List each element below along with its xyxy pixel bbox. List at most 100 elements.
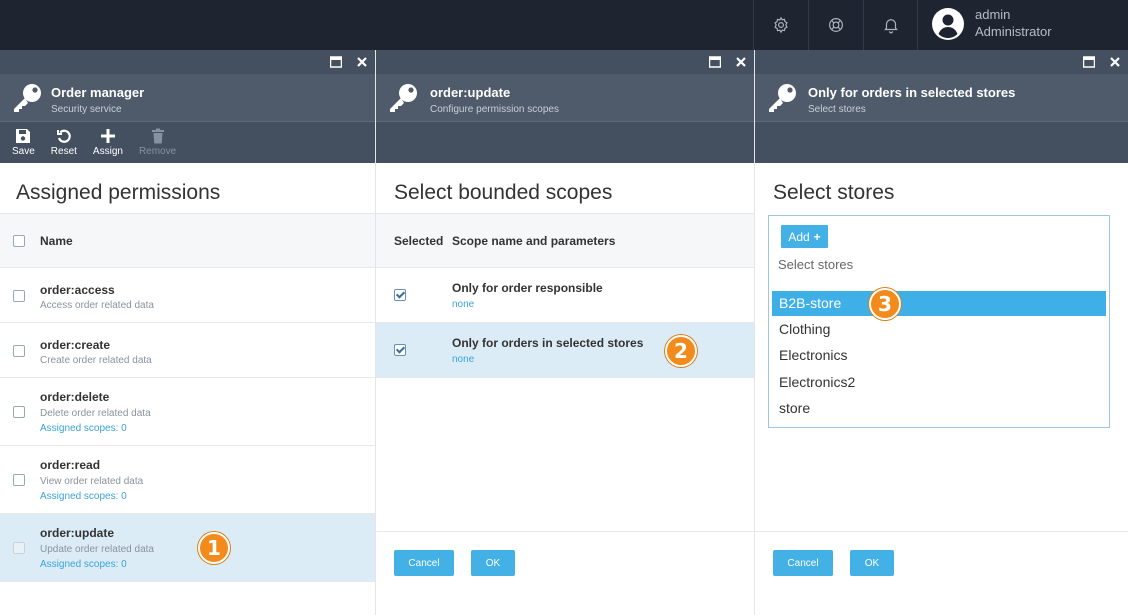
row-checkbox[interactable] [13, 345, 25, 357]
store-option[interactable]: Electronics2 [772, 370, 1106, 395]
scope-param-link[interactable]: none [452, 299, 474, 310]
table-row-selected[interactable]: order:update Update order related data A… [0, 514, 375, 582]
top-bar: admin Administrator [0, 0, 1128, 50]
step-badge-3: 3 [869, 288, 901, 320]
maximize-button[interactable] [323, 50, 349, 74]
step-badge-2: 2 [665, 335, 697, 367]
store-search-placeholder[interactable]: Select stores [778, 257, 853, 272]
scope-param-link[interactable]: none [452, 354, 474, 365]
scope-name: Only for orders in selected stores [452, 336, 644, 350]
key-icon [769, 84, 796, 112]
permission-name: order:access [40, 283, 115, 297]
permission-name: order:delete [40, 390, 110, 404]
user-menu[interactable]: admin Administrator [917, 0, 1128, 50]
help-button[interactable] [808, 0, 862, 50]
scope-row-selected[interactable]: Only for orders in selected stores none … [376, 323, 754, 378]
column-header-selected: Selected [394, 234, 444, 248]
add-label: Add [788, 229, 810, 244]
step-badge-1: 1 [198, 532, 230, 564]
blade-footer: Cancel OK [376, 531, 754, 615]
table-row[interactable]: order:delete Delete order related data A… [0, 378, 375, 446]
key-icon [390, 84, 417, 112]
store-option[interactable]: store [772, 396, 1106, 421]
maximize-icon [330, 56, 342, 68]
save-button[interactable]: Save [0, 122, 43, 163]
bell-icon [883, 19, 898, 34]
column-header-scope: Scope name and parameters [452, 234, 616, 248]
table-row[interactable]: order:access Access order related data [0, 268, 375, 323]
user-name: admin [975, 7, 1011, 22]
close-button[interactable] [728, 50, 754, 74]
scope-checkbox[interactable] [394, 289, 406, 301]
permission-name: order:create [40, 338, 111, 352]
blade-toolbar: Save Reset Assign Remove [0, 122, 184, 163]
assigned-scopes-link[interactable]: Assigned scopes: 0 [40, 559, 127, 570]
permission-name: order:update [40, 526, 115, 540]
row-checkbox[interactable] [13, 542, 25, 554]
maximize-icon [709, 56, 721, 68]
add-store-button[interactable]: Add + [781, 225, 828, 248]
permission-description: Create order related data [40, 355, 152, 366]
ok-button[interactable]: OK [850, 550, 894, 576]
user-role: Administrator [975, 24, 1052, 39]
close-button[interactable] [349, 50, 375, 74]
page-title: Assigned permissions [16, 181, 221, 204]
blade-title: Order manager [51, 85, 145, 100]
lifebuoy-icon [828, 18, 843, 32]
row-checkbox[interactable] [13, 474, 25, 486]
reset-label: Reset [50, 146, 77, 157]
assigned-scopes-link[interactable]: Assigned scopes: 0 [40, 491, 127, 502]
maximize-button[interactable] [702, 50, 728, 74]
table-header: Selected Scope name and parameters [376, 213, 754, 268]
maximize-icon [1083, 56, 1095, 68]
store-option[interactable]: Electronics [772, 343, 1106, 368]
undo-icon [56, 129, 71, 143]
assign-button[interactable]: Assign [85, 122, 131, 163]
blade-title: Only for orders in selected stores [808, 85, 1016, 100]
store-option[interactable]: Clothing [772, 317, 1106, 342]
scope-name: Only for order responsible [452, 281, 603, 295]
scope-checkbox[interactable] [394, 344, 406, 356]
permission-description: View order related data [40, 476, 144, 487]
cancel-button[interactable]: Cancel [394, 550, 454, 576]
blade-title: order:update [430, 85, 511, 100]
assigned-scopes-link[interactable]: Assigned scopes: 0 [40, 423, 127, 434]
row-checkbox[interactable] [13, 406, 25, 418]
ok-button[interactable]: OK [471, 550, 515, 576]
close-button[interactable] [1102, 50, 1128, 74]
column-header-name: Name [40, 234, 73, 248]
maximize-button[interactable] [1076, 50, 1102, 74]
reset-button[interactable]: Reset [43, 122, 85, 163]
blade-header: Order manager Security service Save Rese… [0, 50, 375, 163]
save-label: Save [12, 146, 35, 157]
blade-subtitle: Configure permission scopes [430, 104, 559, 115]
store-select-box[interactable]: Add + Select stores B2B-store Clothing E… [768, 215, 1110, 428]
table-header: Name [0, 213, 375, 268]
notifications-button[interactable] [863, 0, 917, 50]
permission-name: order:read [40, 458, 101, 472]
table-row[interactable]: order:read View order related data Assig… [0, 446, 375, 514]
blade-header: Only for orders in selected stores Selec… [755, 50, 1128, 163]
close-icon [357, 57, 367, 67]
blade-footer: Cancel OK [755, 531, 1128, 615]
remove-label: Remove [138, 146, 177, 157]
blade-header: order:update Configure permission scopes [376, 50, 754, 163]
store-option-selected[interactable]: B2B-store [772, 291, 1106, 316]
trash-icon [151, 128, 164, 144]
assign-label: Assign [92, 146, 123, 157]
page-title: Select bounded scopes [394, 181, 613, 204]
save-icon [16, 129, 31, 143]
table-row[interactable]: order:create Create order related data [0, 323, 375, 378]
cancel-button[interactable]: Cancel [773, 550, 833, 576]
plus-icon [100, 129, 115, 143]
gear-icon [773, 16, 788, 34]
page-title: Select stores [773, 181, 895, 204]
permission-description: Delete order related data [40, 408, 151, 419]
scope-row[interactable]: Only for order responsible none [376, 268, 754, 323]
remove-button[interactable]: Remove [131, 122, 184, 163]
settings-button[interactable] [753, 0, 807, 50]
select-all-checkbox[interactable] [13, 235, 25, 247]
row-checkbox[interactable] [13, 290, 25, 302]
blade-order-manager: Order manager Security service Save Rese… [0, 50, 375, 615]
permission-description: Update order related data [40, 544, 154, 555]
